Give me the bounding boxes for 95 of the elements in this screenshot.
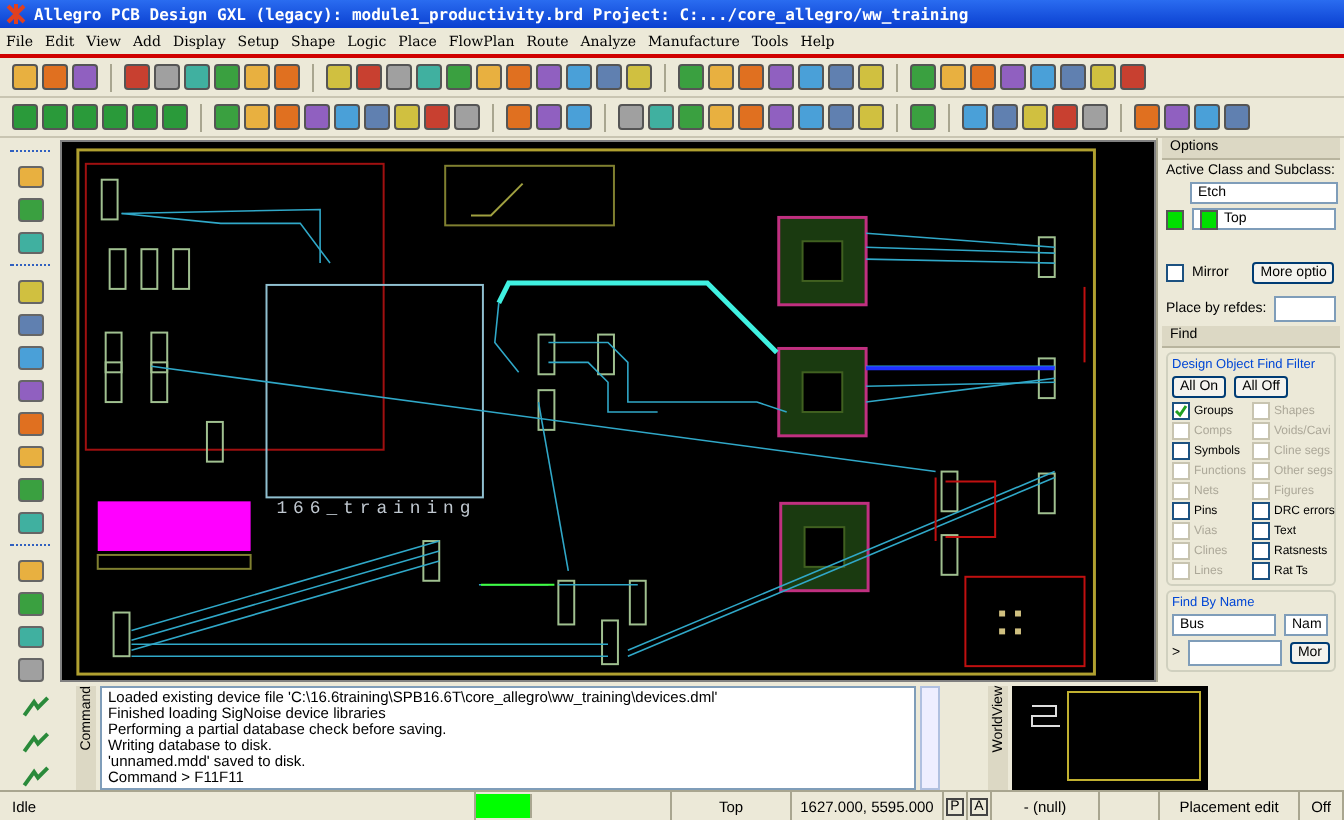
- filter-checkbox[interactable]: [1252, 522, 1270, 540]
- tool-icon[interactable]: [626, 64, 652, 90]
- tool-icon[interactable]: [910, 104, 936, 130]
- tool-icon[interactable]: [910, 64, 936, 90]
- tool-icon[interactable]: [678, 64, 704, 90]
- tool-icon[interactable]: [962, 104, 988, 130]
- app-icon: [6, 4, 26, 24]
- refdes-field[interactable]: [1274, 296, 1336, 322]
- tool-icon[interactable]: [1022, 104, 1048, 130]
- tool-icon[interactable]: [828, 104, 854, 130]
- design-canvas[interactable]: 166_training: [60, 140, 1156, 682]
- tool-icon[interactable]: [154, 64, 180, 90]
- tool-icon[interactable]: [446, 64, 472, 90]
- tool-icon[interactable]: [17, 625, 43, 649]
- tool-icon[interactable]: [648, 104, 674, 130]
- tool-icon[interactable]: [214, 104, 240, 130]
- mirror-checkbox[interactable]: [1166, 264, 1184, 282]
- filter-checkbox[interactable]: [1252, 502, 1270, 520]
- tool-icon[interactable]: [1060, 64, 1086, 90]
- tool-icon[interactable]: [17, 280, 43, 304]
- tool-icon[interactable]: [828, 64, 854, 90]
- tool-icon[interactable]: [17, 559, 43, 583]
- tool-icon[interactable]: [17, 478, 43, 502]
- tool-icon[interactable]: [678, 104, 704, 130]
- tool-icon[interactable]: [17, 412, 43, 436]
- tool-icon[interactable]: [162, 104, 188, 130]
- tool-icon[interactable]: [1090, 64, 1116, 90]
- scroll-bar[interactable]: [920, 686, 940, 790]
- filter-checkbox[interactable]: [1252, 542, 1270, 560]
- world-view[interactable]: [1012, 686, 1208, 790]
- route-icon[interactable]: [22, 696, 50, 720]
- tool-icon[interactable]: [476, 64, 502, 90]
- tool-icon[interactable]: [17, 445, 43, 469]
- tool-icon[interactable]: [858, 104, 884, 130]
- tool-icon[interactable]: [102, 104, 128, 130]
- tool-icon[interactable]: [326, 64, 352, 90]
- tool-icon[interactable]: [394, 104, 420, 130]
- tool-icon[interactable]: [798, 64, 824, 90]
- board-label: 166_training: [276, 499, 477, 520]
- route-icon[interactable]: [22, 766, 50, 791]
- tool-icon[interactable]: [506, 104, 532, 130]
- window-title: Allegro PCB Design GXL (legacy): module1_productivity.brd Project: C:.../core_allegro/ww_training: [34, 5, 969, 23]
- tool-icon[interactable]: [738, 104, 764, 130]
- tool-icon[interactable]: [17, 346, 43, 370]
- color-swatch: [1166, 209, 1184, 229]
- tool-icon[interactable]: [940, 64, 966, 90]
- tool-icon[interactable]: [596, 64, 622, 90]
- color-swatch: [1200, 209, 1218, 229]
- tool-icon[interactable]: [416, 64, 442, 90]
- tool-icon[interactable]: [618, 104, 644, 130]
- tool-icon[interactable]: [244, 64, 270, 90]
- tool-icon[interactable]: [566, 64, 592, 90]
- tool-icon[interactable]: [17, 313, 43, 337]
- tool-icon[interactable]: [1030, 64, 1056, 90]
- tool-icon[interactable]: [17, 198, 43, 222]
- tool-icon[interactable]: [566, 104, 592, 130]
- tool-icon[interactable]: [17, 231, 43, 255]
- tool-icon[interactable]: [184, 64, 210, 90]
- tool-icon[interactable]: [17, 511, 43, 535]
- tool-icon[interactable]: [214, 64, 240, 90]
- tool-icon[interactable]: [386, 64, 412, 90]
- tool-icon[interactable]: [992, 104, 1018, 130]
- tool-icon[interactable]: [1134, 104, 1160, 130]
- tool-icon[interactable]: [506, 64, 532, 90]
- tool-icon[interactable]: [42, 104, 68, 130]
- tool-icon[interactable]: [244, 104, 270, 130]
- tool-icon[interactable]: [364, 104, 390, 130]
- filter-checkbox[interactable]: [1172, 442, 1190, 460]
- tool-icon[interactable]: [738, 64, 764, 90]
- filter-checkbox[interactable]: [1172, 402, 1190, 420]
- filter-checkbox[interactable]: [1172, 502, 1190, 520]
- tool-icon[interactable]: [17, 658, 43, 682]
- route-icon[interactable]: [22, 731, 50, 755]
- name-field[interactable]: [1188, 640, 1282, 666]
- tool-icon[interactable]: [334, 104, 360, 130]
- tool-icon[interactable]: [708, 104, 734, 130]
- tool-icon[interactable]: [274, 104, 300, 130]
- tool-icon[interactable]: [42, 64, 68, 90]
- tool-icon[interactable]: [858, 64, 884, 90]
- tool-icon[interactable]: [454, 104, 480, 130]
- tool-icon[interactable]: [1224, 104, 1250, 130]
- tool-icon[interactable]: [798, 104, 824, 130]
- tool-icon[interactable]: [708, 64, 734, 90]
- tool-icon[interactable]: [1194, 104, 1220, 130]
- tool-icon[interactable]: [17, 165, 43, 189]
- tool-icon[interactable]: [1082, 104, 1108, 130]
- tool-icon[interactable]: [17, 379, 43, 403]
- filter-checkbox[interactable]: [1252, 562, 1270, 580]
- tool-icon[interactable]: [970, 64, 996, 90]
- tool-icon[interactable]: [274, 64, 300, 90]
- tool-icon[interactable]: [12, 104, 38, 130]
- tool-icon[interactable]: [17, 592, 43, 616]
- tool-icon[interactable]: [132, 104, 158, 130]
- tool-icon[interactable]: [72, 104, 98, 130]
- tool-icon[interactable]: [12, 64, 38, 90]
